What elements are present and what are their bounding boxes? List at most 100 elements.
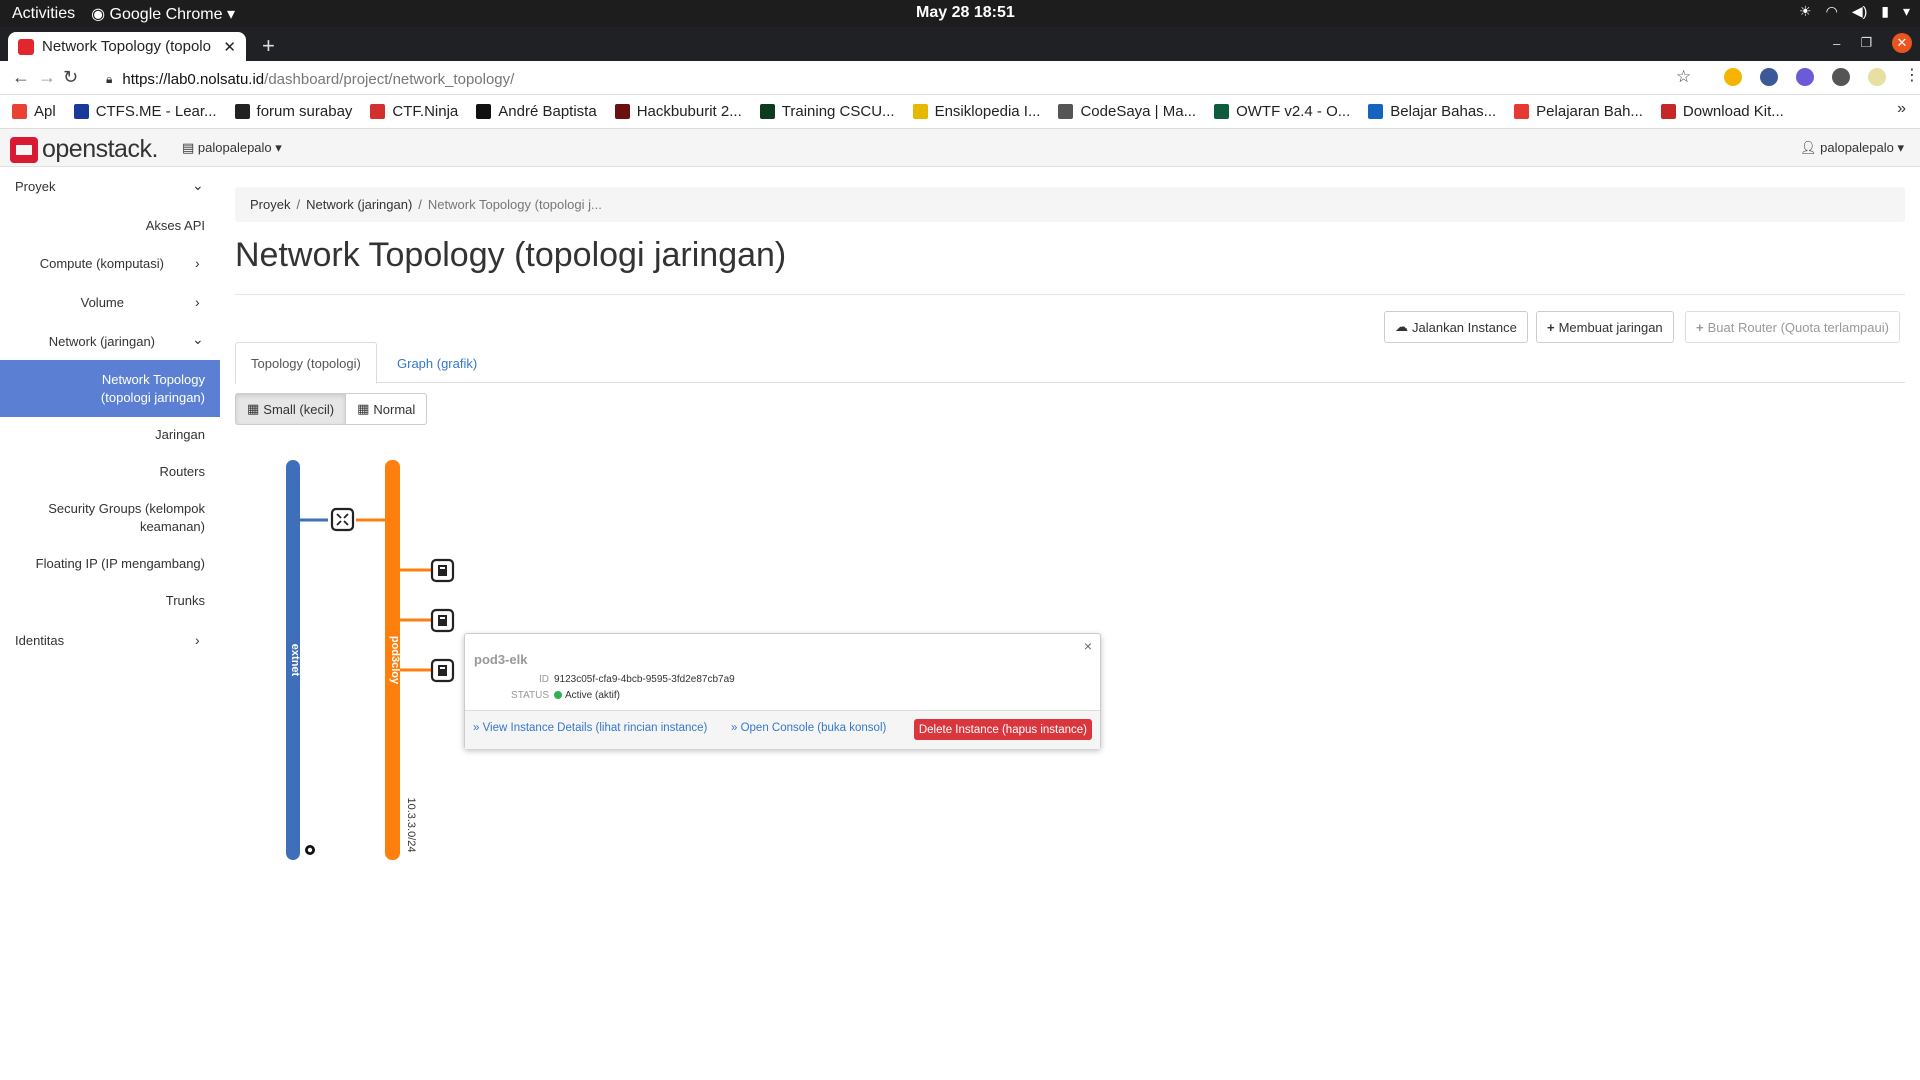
bookmark-favicon-icon [234,104,250,119]
bookmark-favicon-icon [1058,104,1074,119]
user-menu[interactable]: 👤︎ palopalepalo ▾ [1800,140,1904,156]
tab-close-icon[interactable]: ✕ [223,38,236,56]
openstack-header [0,129,1920,167]
router-icon[interactable] [330,507,355,532]
close-window-button[interactable]: ✕ [1892,33,1912,53]
sidebar-item-akses-api[interactable]: Akses API [146,218,205,233]
bookmark-label: Download Kit... [1682,103,1784,120]
open-console-link[interactable]: » Open Console (buka konsol) [731,722,886,734]
instance-icon[interactable] [430,608,455,633]
translate-icon[interactable] [1796,68,1814,86]
window-controls: – ❐ ✕ [1833,33,1912,53]
grid-small-icon: ▦ [247,401,260,416]
project-selector[interactable]: ▤ palopalepalo ▾ [182,140,282,156]
bookmark-label: forum surabay [256,103,353,120]
sidebar-item-floating-ip[interactable]: Floating IP (IP mengambang) [36,556,205,571]
bookmark-item[interactable]: Apl [12,103,56,120]
delete-instance-button[interactable]: Delete Instance (hapus instance) [913,719,1092,740]
bookmark-item[interactable]: André Baptista [476,103,597,120]
bookmark-item[interactable]: Download Kit... [1660,103,1784,120]
bookmark-item[interactable]: CTF.Ninja [370,103,458,120]
bookmarks-overflow-icon[interactable]: » [1897,100,1906,118]
app-menu[interactable]: ◉ Google Chrome ▾ [91,4,235,24]
popup-close-icon[interactable]: × [1084,638,1092,654]
chevron-right-icon: › [195,632,200,648]
bookmark-label: OWTF v2.4 - O... [1236,103,1351,120]
extension-icons: ⋮ [1724,68,1920,86]
tab-topology[interactable]: Topology (topologi) [235,342,377,384]
sidebar-item-network-topology[interactable]: Network Topology (topologi jaringan) [55,371,205,407]
sidebar-item-proyek[interactable]: Proyek [15,179,55,194]
bookmark-item[interactable]: forum surabay [234,103,353,120]
sidebar-item-security-groups[interactable]: Security Groups (kelompok keamanan) [35,500,205,536]
chrome-icon: ◉ [91,6,106,23]
bookmark-item[interactable]: Training CSCU... [759,103,895,120]
breadcrumb: Proyek / Network (jaringan) / Network To… [235,187,1905,222]
bookmark-favicon-icon [1214,104,1230,119]
browser-tab[interactable]: Network Topology (topolo ✕ [8,32,246,61]
url-field[interactable]: 🔒︎ https://lab0.nolsatu.id/dashboard/pro… [106,66,1706,92]
instance-icon[interactable] [430,658,455,683]
chevron-down-icon: ⌄ [192,177,204,193]
bookmark-star-icon[interactable]: ☆ [1676,67,1691,87]
small-view-button[interactable]: ▦ Small (kecil) [235,393,347,425]
profile-avatar[interactable] [1868,68,1886,86]
bookmark-item[interactable]: Pelajaran Bah... [1514,103,1643,120]
status-badge: Active (aktif) [554,690,620,701]
project-icon: ▤ [182,140,195,155]
bookmark-favicon-icon [1660,104,1676,119]
sidebar-item-identitas[interactable]: Identitas [15,633,64,648]
system-tray[interactable]: ☀ ◠ ◀) ▮ ▾ [1799,3,1910,20]
bookmark-favicon-icon [476,104,492,119]
bookmark-item[interactable]: CodeSaya | Ma... [1058,103,1196,120]
create-network-button[interactable]: + Membuat jaringan [1536,311,1674,343]
forward-button[interactable]: → [38,67,56,88]
activities-button[interactable]: Activities [12,5,75,23]
id-label: ID [539,674,549,685]
breadcrumb-item[interactable]: Network (jaringan) [306,197,412,212]
page-title: Network Topology (topologi jaringan) [235,236,787,274]
minimize-button[interactable]: – [1833,36,1840,51]
launch-instance-button[interactable]: ☁ Jalankan Instance [1384,311,1528,343]
bookmark-label: Ensiklopedia I... [934,103,1041,120]
extension-icon[interactable] [1724,68,1742,86]
instance-popup: × pod3-elk ID 9123c05f-cfa9-4bcb-9595-3f… [464,633,1101,749]
brightness-icon: ☀ [1799,3,1812,19]
bookmark-item[interactable]: Ensiklopedia I... [912,103,1041,120]
clock[interactable]: May 28 18:51 [916,4,1015,22]
breadcrumb-item[interactable]: Proyek [250,197,290,212]
volume-icon: ◀) [1851,3,1868,19]
bookmark-label: CTFS.ME - Lear... [95,103,217,120]
new-tab-button[interactable]: + [262,33,275,59]
view-instance-details-link[interactable]: » View Instance Details (lihat rincian i… [473,722,707,734]
cloud-upload-icon: ☁ [1395,319,1408,334]
openstack-logo[interactable]: openstack. [10,135,158,164]
sidebar-item-jaringan[interactable]: Jaringan [155,427,205,442]
chevron-right-icon: › [195,255,200,271]
menu-kebab-icon[interactable]: ⋮ [1904,68,1920,86]
bookmark-label: CodeSaya | Ma... [1080,103,1197,120]
extension-icon[interactable] [1832,68,1850,86]
normal-view-button[interactable]: ▦ Normal [346,393,428,425]
bookmark-item[interactable]: Belajar Bahas... [1368,103,1496,120]
chevron-right-icon: › [195,294,200,310]
reload-button[interactable]: ↻ [63,67,78,88]
instance-icon[interactable] [430,558,455,583]
back-button[interactable]: ← [12,67,30,88]
sidebar-item-trunks[interactable]: Trunks [166,593,205,608]
sidebar-item-network[interactable]: Network (jaringan) [49,334,155,349]
bookmark-item[interactable]: CTFS.ME - Lear... [73,103,217,120]
create-router-button[interactable]: + Buat Router (Quota terlampaui) [1685,311,1900,343]
bookmark-item[interactable]: Hackbuburit 2... [614,103,742,120]
extension-icon[interactable] [1760,68,1778,86]
bookmark-favicon-icon [73,104,89,119]
sidebar-item-volume[interactable]: Volume [81,295,124,310]
tab-graph[interactable]: Graph (grafik) [382,342,492,384]
sidebar-item-routers[interactable]: Routers [159,464,205,479]
maximize-button[interactable]: ❐ [1860,35,1872,51]
sidebar-item-compute[interactable]: Compute (komputasi) [40,256,164,271]
bookmark-item[interactable]: OWTF v2.4 - O... [1214,103,1350,120]
instance-name: pod3-elk [474,652,528,667]
breadcrumb-separator: / [418,197,422,212]
bookmark-label: Training CSCU... [781,103,895,120]
